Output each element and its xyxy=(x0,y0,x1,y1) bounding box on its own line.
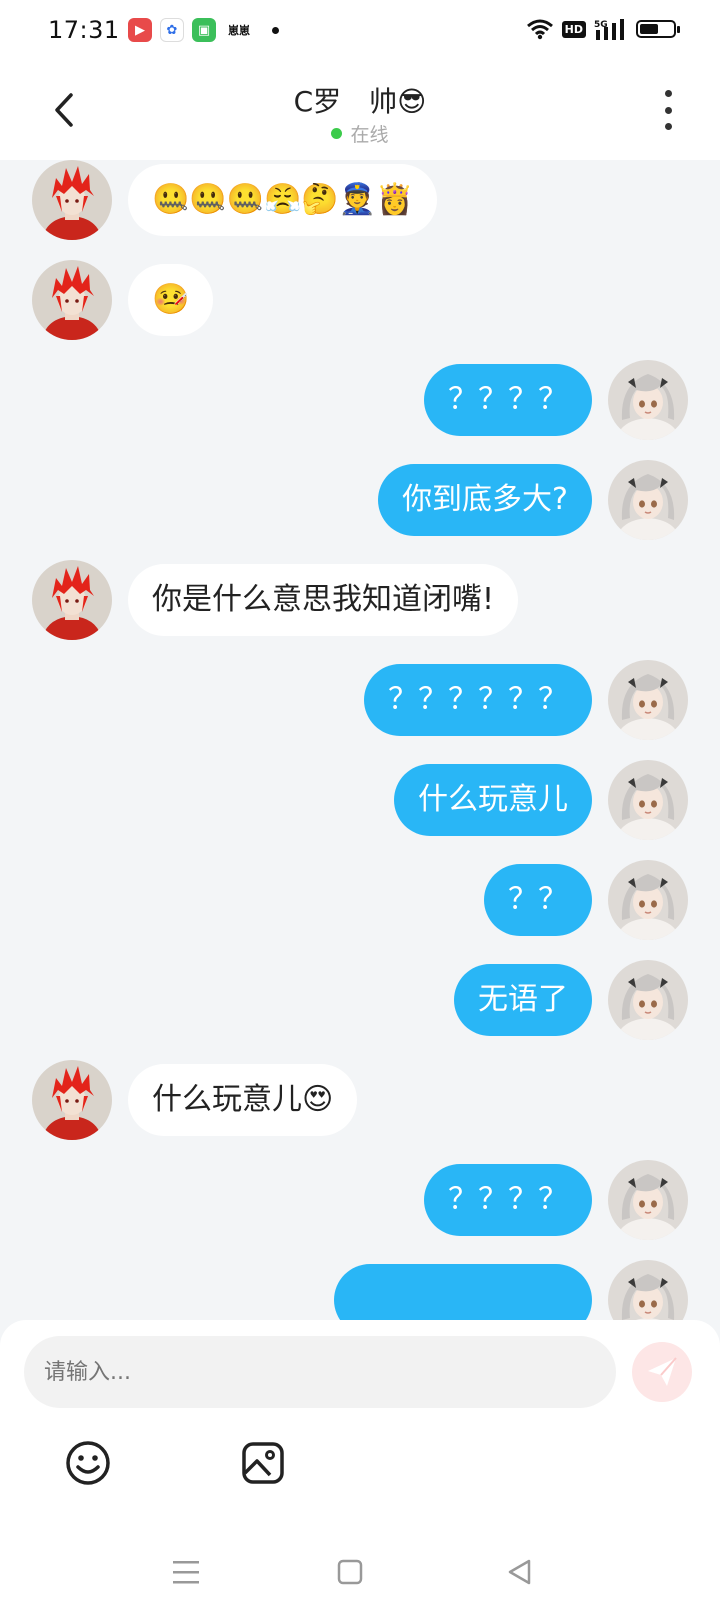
more-vertical-dot xyxy=(664,106,672,114)
message-row: ？？？？？？ xyxy=(0,660,720,740)
contact-avatar[interactable] xyxy=(32,260,112,340)
message-row xyxy=(0,1260,720,1320)
message-input[interactable] xyxy=(24,1336,616,1408)
my-avatar[interactable] xyxy=(608,860,688,940)
image-button[interactable] xyxy=(238,1438,288,1488)
status-time: 17:31 xyxy=(48,16,120,44)
message-bubble[interactable]: ？？ xyxy=(484,864,592,936)
send-icon xyxy=(648,1357,677,1386)
message-bubble[interactable]: ？？？？ xyxy=(424,1164,592,1236)
message-bubble[interactable]: 你到底多大? xyxy=(378,464,592,536)
contact-avatar[interactable] xyxy=(32,560,112,640)
battery-icon xyxy=(636,20,680,38)
wifi-icon xyxy=(526,19,553,40)
home-square-icon xyxy=(337,1559,363,1585)
message-bubble[interactable]: ？？？？ xyxy=(424,364,592,436)
home-nav-button[interactable] xyxy=(330,1552,370,1592)
my-avatar[interactable] xyxy=(608,760,688,840)
online-status-text: 在线 xyxy=(350,124,389,146)
menu-icon xyxy=(173,1561,199,1584)
my-avatar[interactable] xyxy=(608,360,688,440)
hd-badge: HD xyxy=(561,20,586,38)
message-row: 你是什么意思我知道闭嘴! xyxy=(0,560,720,640)
back-nav-button[interactable] xyxy=(500,1552,540,1592)
emoji-icon xyxy=(66,1441,110,1485)
image-icon xyxy=(242,1442,284,1484)
contact-avatar[interactable] xyxy=(32,1060,112,1140)
input-panel xyxy=(0,1320,720,1612)
send-button[interactable] xyxy=(632,1342,692,1402)
more-vertical-icon xyxy=(664,90,672,97)
signal-icon: 5G xyxy=(594,19,624,40)
message-row: 🤒 xyxy=(0,260,720,340)
status-bar: 17:31 ▶ ✿ ▣ 崽崽 HD 5G xyxy=(0,0,720,62)
message-row: ？？？？ xyxy=(0,360,720,440)
baidu-paw-icon: ✿ xyxy=(160,18,184,42)
chat-header: C罗 帅😎 在线 xyxy=(0,62,720,160)
status-indicators: HD 5G xyxy=(526,18,680,40)
my-avatar[interactable] xyxy=(608,460,688,540)
message-bubble[interactable] xyxy=(334,1264,592,1320)
more-vertical-dot xyxy=(664,123,672,130)
message-bubble[interactable]: 你是什么意思我知道闭嘴! xyxy=(128,564,519,636)
message-row: ？？？？ xyxy=(0,1160,720,1240)
message-bubble[interactable]: ？？？？？？ xyxy=(364,664,592,736)
message-bubble[interactable]: 无语了 xyxy=(454,964,592,1036)
message-row: 🤐🤐🤐😤🤔👮👸 xyxy=(0,160,720,240)
menu-nav-button[interactable] xyxy=(166,1552,206,1592)
more-notifications-dot xyxy=(272,26,279,34)
emoji-button[interactable] xyxy=(63,1438,113,1488)
system-nav-bar xyxy=(0,1530,720,1610)
notification-icons: ▶ ✿ ▣ 崽崽 xyxy=(128,18,279,42)
shop-app-icon: ▣ xyxy=(192,18,216,42)
message-bubble[interactable]: 🤐🤐🤐😤🤔👮👸 xyxy=(128,164,438,236)
message-row: 什么玩意儿😍 xyxy=(0,1060,720,1140)
message-bubble[interactable]: 什么玩意儿😍 xyxy=(128,1064,358,1136)
online-status: 在线 xyxy=(0,120,720,147)
message-bubble[interactable]: 什么玩意儿 xyxy=(394,764,592,836)
online-dot xyxy=(331,128,343,139)
video-app-icon: ▶ xyxy=(128,18,152,42)
message-row: ？？ xyxy=(0,860,720,940)
message-bubble[interactable]: 🤒 xyxy=(128,264,214,336)
message-row: 什么玩意儿 xyxy=(0,760,720,840)
contact-avatar[interactable] xyxy=(32,160,112,240)
message-list[interactable]: 🤐🤐🤐😤🤔👮👸 🤒 ？？？？ 你到底多大? 你是什么意思我知道闭嘴! ？？？？？… xyxy=(0,160,720,1320)
message-row: 你到底多大? xyxy=(0,460,720,540)
app-name-text: 崽崽 xyxy=(228,24,250,37)
contact-name: C罗 帅😎 xyxy=(293,85,427,118)
my-avatar[interactable] xyxy=(608,960,688,1040)
my-avatar[interactable] xyxy=(608,1260,688,1320)
my-avatar[interactable] xyxy=(608,660,688,740)
more-options-button[interactable] xyxy=(656,90,680,130)
back-triangle-icon xyxy=(508,1559,531,1585)
my-avatar[interactable] xyxy=(608,1160,688,1240)
message-row: 无语了 xyxy=(0,960,720,1040)
